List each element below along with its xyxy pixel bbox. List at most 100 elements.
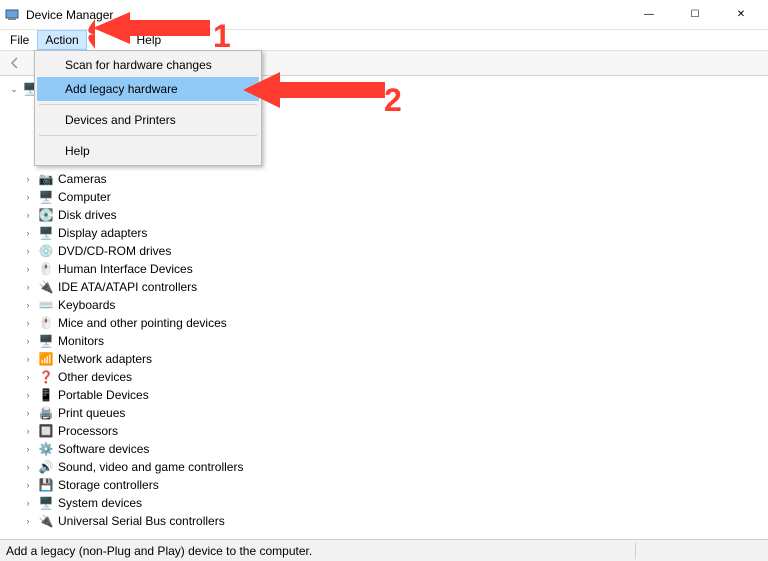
action-menu-dropdown: Scan for hardware changesAdd legacy hard… xyxy=(34,50,262,166)
category-icon: 💿 xyxy=(38,243,54,259)
category-label: DVD/CD-ROM drives xyxy=(58,244,171,258)
category-icon: 💾 xyxy=(38,477,54,493)
category-label: Network adapters xyxy=(58,352,152,366)
expand-icon[interactable]: › xyxy=(22,425,34,437)
tree-category[interactable]: › 🔌 Universal Serial Bus controllers xyxy=(20,512,766,530)
tree-category[interactable]: › 📷 Cameras xyxy=(20,170,766,188)
expand-icon[interactable]: › xyxy=(22,281,34,293)
category-label: Disk drives xyxy=(58,208,117,222)
tree-category[interactable]: › 🖥️ Display adapters xyxy=(20,224,766,242)
expand-icon[interactable]: › xyxy=(22,335,34,347)
expand-icon[interactable]: › xyxy=(22,443,34,455)
category-label: Human Interface Devices xyxy=(58,262,193,276)
collapse-icon[interactable]: ⌄ xyxy=(8,83,20,95)
statusbar-divider xyxy=(635,543,636,559)
tree-category[interactable]: › 📱 Portable Devices xyxy=(20,386,766,404)
tree-category[interactable]: › ❓ Other devices xyxy=(20,368,766,386)
tree-category[interactable]: ›🖥️Monitors xyxy=(20,332,766,350)
category-icon: 🖱️ xyxy=(38,315,54,331)
category-label: Universal Serial Bus controllers xyxy=(58,514,225,528)
category-icon: ❓ xyxy=(38,369,54,385)
menubar: File Action View Help xyxy=(0,30,768,50)
expand-icon[interactable]: › xyxy=(22,317,34,329)
menu-action[interactable]: Action xyxy=(37,30,86,50)
tree-category[interactable]: › 🖱️ Mice and other pointing devices xyxy=(20,314,766,332)
category-icon: 🔌 xyxy=(38,513,54,529)
expand-icon[interactable]: › xyxy=(22,407,34,419)
category-icon: 🔌 xyxy=(38,279,54,295)
tree-category[interactable]: › 🔲 Processors xyxy=(20,422,766,440)
category-label: Processors xyxy=(58,424,118,438)
statusbar: Add a legacy (non-Plug and Play) device … xyxy=(0,539,768,561)
category-label: Other devices xyxy=(58,370,132,384)
tree-category[interactable]: › ⌨️ Keyboards xyxy=(20,296,766,314)
category-icon: 💽 xyxy=(38,207,54,223)
expand-icon[interactable]: › xyxy=(22,497,34,509)
back-button[interactable] xyxy=(4,52,26,74)
expand-icon[interactable]: › xyxy=(22,227,34,239)
tree-category[interactable]: › 🔊 Sound, video and game controllers xyxy=(20,458,766,476)
expand-icon[interactable]: › xyxy=(22,389,34,401)
expand-icon[interactable]: › xyxy=(22,371,34,383)
menu-help[interactable]: Help xyxy=(129,30,170,50)
statusbar-text: Add a legacy (non-Plug and Play) device … xyxy=(6,544,629,558)
category-icon: 🖥️ xyxy=(38,189,54,205)
menu-file[interactable]: File xyxy=(2,30,37,50)
tree-category[interactable]: › 🖱️ Human Interface Devices xyxy=(20,260,766,278)
tree-category[interactable]: › 🖥️ System devices xyxy=(20,494,766,512)
category-icon: ⚙️ xyxy=(38,441,54,457)
category-label: System devices xyxy=(58,496,142,510)
menu-separator xyxy=(39,135,257,136)
category-label: Storage controllers xyxy=(58,478,159,492)
expand-icon[interactable]: › xyxy=(22,461,34,473)
maximize-button[interactable]: ☐ xyxy=(672,0,718,30)
expand-icon[interactable]: › xyxy=(22,479,34,491)
tree-category[interactable]: › 🖨️ Print queues xyxy=(20,404,766,422)
window-titlebar: Device Manager — ☐ ✕ xyxy=(0,0,768,30)
tree-category[interactable]: › 💿 DVD/CD-ROM drives xyxy=(20,242,766,260)
category-icon: ⌨️ xyxy=(38,297,54,313)
category-label: Print queues xyxy=(58,406,125,420)
tree-category[interactable]: › 💽 Disk drives xyxy=(20,206,766,224)
category-icon: 📷 xyxy=(38,171,54,187)
category-label: Cameras xyxy=(58,172,107,186)
expand-icon[interactable]: › xyxy=(22,245,34,257)
menu-item-scan-for-hardware-changes[interactable]: Scan for hardware changes xyxy=(37,53,259,77)
category-icon: 🖨️ xyxy=(38,405,54,421)
expand-icon[interactable]: › xyxy=(22,263,34,275)
expand-icon[interactable]: › xyxy=(22,353,34,365)
category-icon: 🖥️ xyxy=(38,225,54,241)
tree-category[interactable]: › 🔌 IDE ATA/ATAPI controllers xyxy=(20,278,766,296)
window-title: Device Manager xyxy=(26,8,113,22)
category-label: Sound, video and game controllers xyxy=(58,460,243,474)
menu-item-devices-and-printers[interactable]: Devices and Printers xyxy=(37,108,259,132)
expand-icon[interactable]: › xyxy=(22,191,34,203)
minimize-button[interactable]: — xyxy=(626,0,672,30)
category-icon: 🖥️ xyxy=(38,495,54,511)
category-icon: 🖱️ xyxy=(38,261,54,277)
tree-category[interactable]: › ⚙️ Software devices xyxy=(20,440,766,458)
expand-icon[interactable]: › xyxy=(22,299,34,311)
tree-category[interactable]: › 🖥️ Computer xyxy=(20,188,766,206)
category-label: Display adapters xyxy=(58,226,147,240)
menu-item-add-legacy-hardware[interactable]: Add legacy hardware xyxy=(37,77,259,101)
category-label: Software devices xyxy=(58,442,149,456)
category-label: Mice and other pointing devices xyxy=(58,316,227,330)
category-label: Portable Devices xyxy=(58,388,149,402)
expand-icon[interactable]: › xyxy=(22,173,34,185)
close-button[interactable]: ✕ xyxy=(718,0,764,30)
category-icon: 🔊 xyxy=(38,459,54,475)
expand-icon[interactable]: › xyxy=(22,209,34,221)
expand-icon[interactable]: › xyxy=(22,515,34,527)
tree-category[interactable]: › 📶 Network adapters xyxy=(20,350,766,368)
category-icon: 📱 xyxy=(38,387,54,403)
tree-category[interactable]: › 💾 Storage controllers xyxy=(20,476,766,494)
menu-item-help[interactable]: Help xyxy=(37,139,259,163)
category-label: Keyboards xyxy=(58,298,115,312)
category-label: IDE ATA/ATAPI controllers xyxy=(58,280,197,294)
category-icon: 🖥️ xyxy=(38,333,54,349)
category-icon: 📶 xyxy=(38,351,54,367)
category-icon: 🔲 xyxy=(38,423,54,439)
app-icon xyxy=(4,7,20,23)
category-label: Computer xyxy=(58,190,111,204)
